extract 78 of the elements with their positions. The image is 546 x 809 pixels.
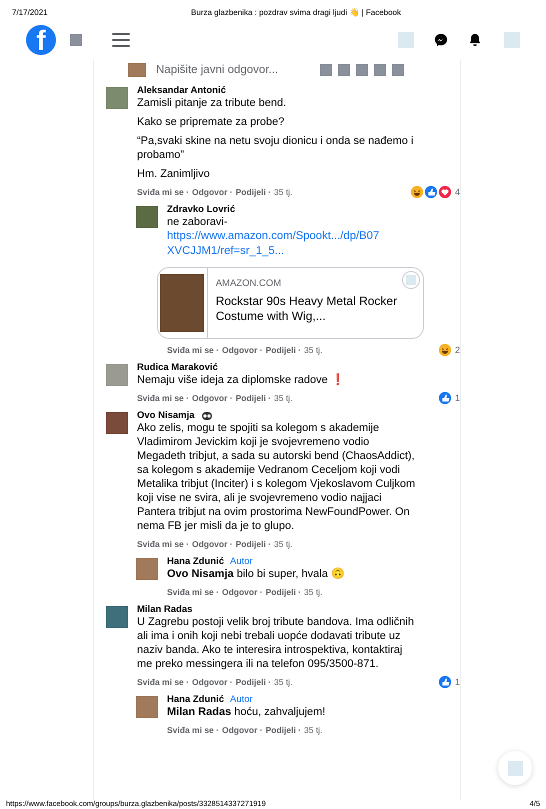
- reaction-count[interactable]: 4: [454, 186, 460, 196]
- author-label: Autor: [230, 694, 253, 705]
- action-link[interactable]: Odgovor ·: [192, 538, 233, 548]
- action-link[interactable]: Podijeli ·: [236, 392, 271, 402]
- comment-time[interactable]: 35 tj.: [274, 676, 292, 686]
- comment-time[interactable]: 35 tj.: [274, 392, 292, 402]
- avatar-photo[interactable]: [136, 696, 158, 718]
- author-name[interactable]: Milan Radas: [137, 604, 192, 615]
- messenger-icon[interactable]: [434, 33, 448, 47]
- action-link[interactable]: Sviđa mi se ·: [167, 344, 219, 354]
- action-link[interactable]: Sviđa mi se ·: [167, 586, 219, 596]
- laughing-face-icon: [438, 342, 452, 356]
- product-photo: [160, 274, 204, 332]
- action-link[interactable]: Podijeli ·: [236, 186, 271, 196]
- avatar-photo[interactable]: [106, 412, 128, 434]
- action-link[interactable]: Podijeli ·: [266, 724, 301, 734]
- floating-button[interactable]: [498, 751, 532, 785]
- preview-title: Rockstar 90s Heavy Metal Rocker Costume with Wig,...: [216, 294, 398, 324]
- reaction-count[interactable]: 1: [454, 392, 460, 402]
- comment-text: Zamisli pitanje za tribute bend.: [137, 96, 288, 110]
- comment-text: Milan Radas hoću, zahvaljujem!: [167, 705, 326, 719]
- author-label: Autor: [230, 556, 253, 567]
- print-date: 7/17/2021: [12, 8, 48, 19]
- action-link[interactable]: Odgovor ·: [192, 186, 233, 196]
- reply-input-field[interactable]: Napišite javni odgovor...: [156, 64, 460, 76]
- comment-time[interactable]: 35 tj.: [304, 724, 322, 734]
- avatar-photo[interactable]: [106, 87, 128, 109]
- author-name[interactable]: Zdravko Lovrić: [167, 204, 236, 215]
- action-link[interactable]: Odgovor ·: [192, 392, 233, 402]
- action-link[interactable]: Podijeli ·: [236, 676, 271, 686]
- action-link[interactable]: Odgovor ·: [222, 724, 263, 734]
- reaction-count[interactable]: 2: [454, 344, 460, 354]
- action-link[interactable]: Podijeli ·: [236, 538, 271, 548]
- reaction-count[interactable]: 1: [454, 676, 460, 686]
- avatar-photo[interactable]: [136, 206, 158, 228]
- preview-site: AMAZON.COM: [216, 278, 282, 289]
- bell-icon[interactable]: [468, 33, 482, 47]
- comment-time[interactable]: 35 tj.: [274, 538, 292, 548]
- avatar-photo[interactable]: [106, 364, 128, 386]
- comment-text: Kako se pripremate za probe?: [137, 115, 286, 129]
- comment-text: Ovo Nisamja bilo bi super, hvala 🙃: [167, 567, 346, 581]
- action-link[interactable]: Sviđa mi se ·: [137, 676, 189, 686]
- comment-link[interactable]: https://www.amazon.com/Spookt.../dp/B07XVCJJM1/ref=sr_1_5...: [167, 229, 382, 259]
- action-link[interactable]: Podijeli ·: [266, 344, 301, 354]
- action-link[interactable]: Sviđa mi se ·: [137, 186, 189, 196]
- comment-text: U Zagrebu postoji velik broj tribute bandova. Ima odličnih ali ima i onih koji nebi trebali uopće dodavati tribute uz naziv banda. Ako te interesira introspektiva, kontaktiraj me preko messingera ili na telefon 095/3500-871.: [137, 615, 415, 671]
- avatar-photo[interactable]: [128, 63, 146, 77]
- action-link[interactable]: Podijeli ·: [266, 586, 301, 596]
- comment-text: Nemaju više ideja za diplomske radove ❗: [137, 373, 346, 387]
- comment-time[interactable]: 35 tj.: [304, 586, 322, 596]
- comment-text: Hm. Zanimljivo: [137, 167, 211, 181]
- action-link[interactable]: Sviđa mi se ·: [137, 538, 189, 548]
- action-link[interactable]: Odgovor ·: [222, 344, 263, 354]
- author-name[interactable]: Aleksandar Antonić: [137, 85, 226, 96]
- author-name[interactable]: Hana Zdunić: [167, 556, 224, 567]
- close-button[interactable]: [402, 271, 420, 289]
- comment-text: Ako zelis, mogu te spojiti sa kolegom s akademije Vladimirom Jevickim koji je svojevremeno vodio Megadeth tribjut, a sada su autorski bend (ChaosAddict), sa kolegom s akademije Vedranom Ceceljom koji vodi Metalika tribjut (Inciter) i s kolegom Vjekoslavom Culjkom koji vise ne svira, ali je svojevremeno vodio najjaci Pantera tribjut na ovim prostorima NewFoundPower. On nema FB jer misli da je to glupo.: [137, 421, 416, 533]
- avatar-photo[interactable]: [136, 558, 158, 580]
- action-link[interactable]: Sviđa mi se ·: [167, 724, 219, 734]
- action-link[interactable]: Sviđa mi se ·: [137, 392, 189, 402]
- thumbs-up-icon: [424, 184, 438, 198]
- avatar-photo[interactable]: [106, 606, 128, 628]
- comment-text: “Pa,svaki skine na netu svoju dionicu i onda se nađemo i probamo”: [137, 134, 414, 162]
- author-name[interactable]: Rudica Maraković: [137, 362, 218, 373]
- menu-icon[interactable]: [112, 32, 130, 48]
- comment-text: ne zaboravi-: [167, 215, 229, 229]
- page-title: Burza glazbenika : pozdrav svima dragi ljudi 👋 | Facebook: [191, 8, 401, 19]
- author-name[interactable]: Ovo Nisamja: [137, 410, 195, 421]
- comment-time[interactable]: 35 tj.: [304, 344, 322, 354]
- author-name[interactable]: Hana Zdunić: [167, 694, 224, 705]
- link-preview-card[interactable]: AMAZON.COM Rockstar 90s Heavy Metal Rocker Costume with Wig,...: [157, 267, 424, 339]
- laughing-face-icon: [410, 184, 424, 198]
- thumbs-up-icon: [438, 390, 452, 404]
- action-link[interactable]: Odgovor ·: [192, 676, 233, 686]
- thumbs-up-icon: [438, 674, 452, 688]
- action-link[interactable]: Odgovor ·: [222, 586, 263, 596]
- comment-time[interactable]: 35 tj.: [274, 186, 292, 196]
- facebook-logo[interactable]: f: [26, 25, 56, 55]
